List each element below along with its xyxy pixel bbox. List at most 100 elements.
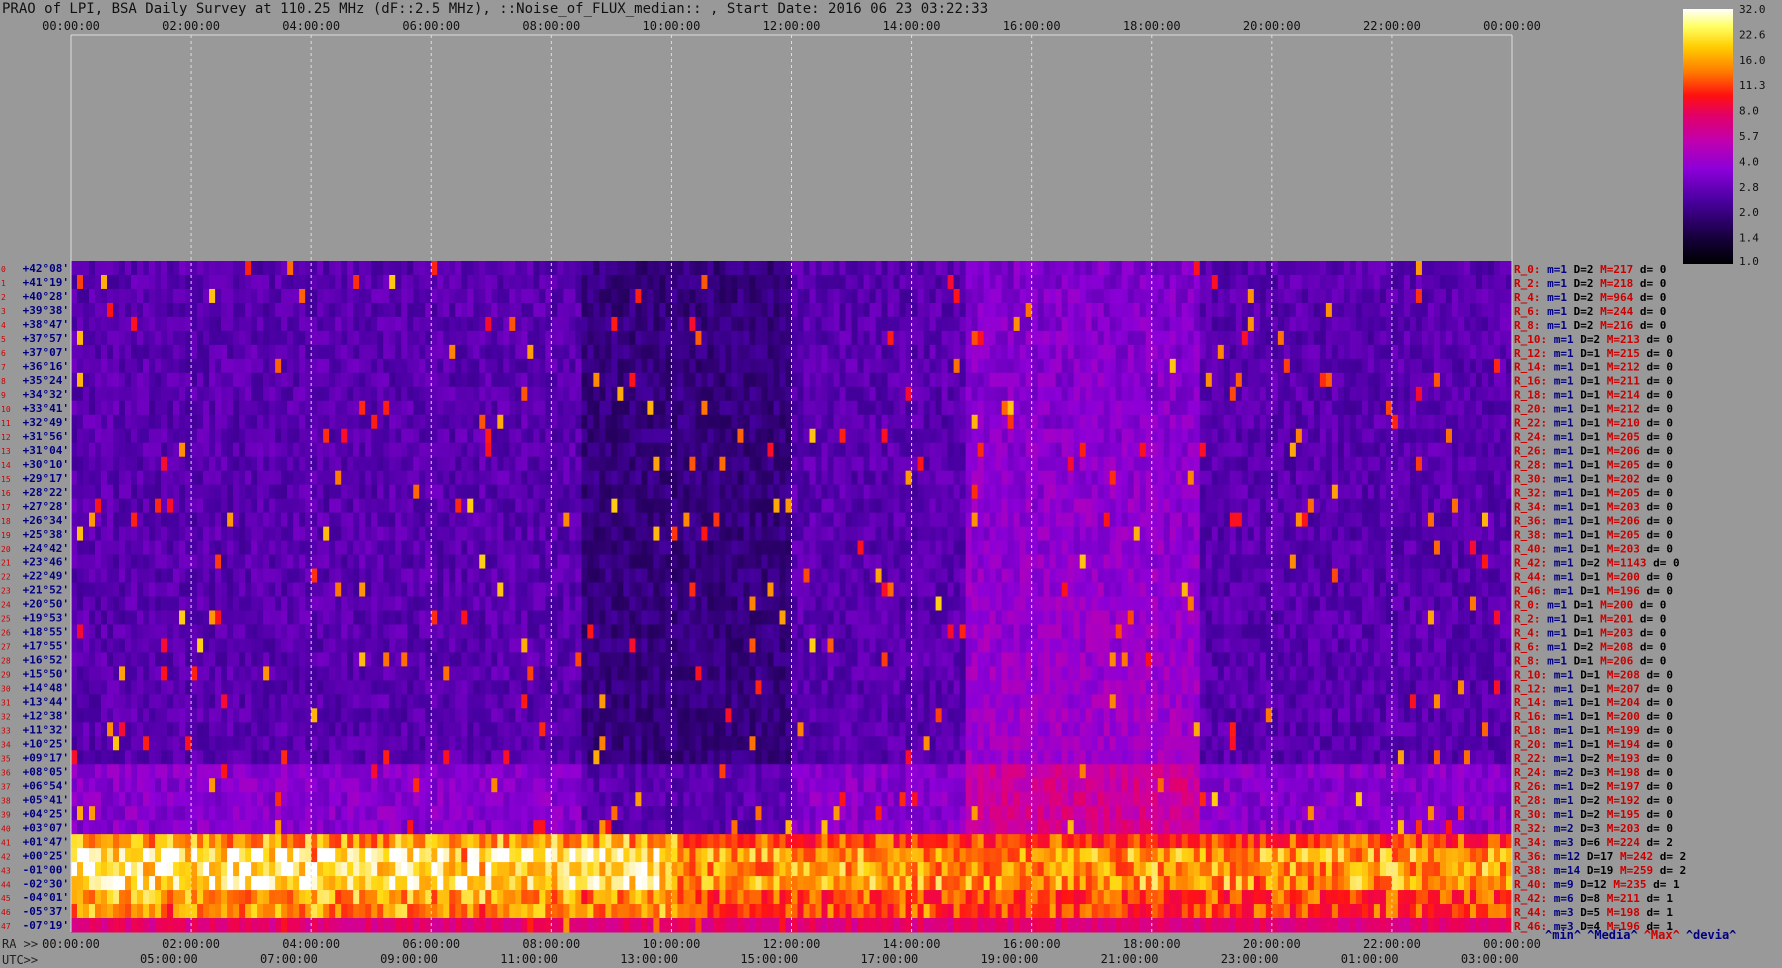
heatmap-cell [1319, 358, 1327, 374]
heatmap-cell [521, 400, 528, 416]
heatmap-cell [929, 400, 937, 416]
heatmap-cell [959, 288, 967, 304]
heatmap-cell [533, 498, 540, 514]
heatmap-cell [899, 274, 907, 290]
heatmap-cell [1001, 288, 1009, 304]
heatmap-cell [251, 512, 258, 528]
heatmap-cell [755, 274, 762, 290]
heatmap-cell [167, 456, 174, 472]
heatmap-cell [323, 428, 330, 444]
heatmap-cell [419, 316, 426, 332]
heatmap-cell [215, 414, 222, 430]
heatmap-cell [755, 372, 762, 388]
heatmap-cell [767, 540, 774, 556]
heatmap-cell [1313, 484, 1321, 500]
heatmap-cell [101, 344, 108, 360]
heatmap-cell [485, 484, 492, 500]
heatmap-cell [1397, 386, 1405, 402]
heatmap-cell [71, 274, 78, 290]
heatmap-cell [329, 540, 336, 556]
heatmap-cell [263, 512, 270, 528]
heatmap-cell [629, 414, 636, 430]
heatmap-cell [1247, 414, 1255, 430]
heatmap-cell [269, 456, 276, 472]
heatmap-cell [1247, 316, 1255, 332]
heatmap-cell [653, 526, 660, 542]
heatmap-cell [1289, 358, 1297, 374]
heatmap-cell [1415, 512, 1423, 528]
heatmap-cell [1121, 330, 1129, 346]
heatmap-cell [437, 428, 444, 444]
heatmap-cell [1337, 261, 1345, 276]
heatmap-cell [491, 316, 498, 332]
heatmap-cell [263, 400, 270, 416]
heatmap-cell [515, 358, 522, 374]
heatmap-cell [1013, 484, 1021, 500]
heatmap-cell [485, 540, 492, 556]
heatmap-cell [815, 442, 823, 458]
heatmap-cell [833, 330, 841, 346]
heatmap-cell [485, 400, 492, 416]
heatmap-cell [1337, 400, 1345, 416]
heatmap-cell [887, 498, 895, 514]
heatmap-cell [1235, 330, 1243, 346]
heatmap-cell [1151, 470, 1159, 486]
heatmap-cell [1445, 484, 1453, 500]
heatmap-cell [1235, 274, 1243, 290]
heatmap-cell [797, 316, 804, 332]
heatmap-cell [209, 526, 216, 542]
heatmap-cell [1319, 400, 1327, 416]
heatmap-cell [1043, 428, 1051, 444]
heatmap-cell [773, 428, 780, 444]
heatmap-cell [539, 288, 546, 304]
heatmap-cell [713, 428, 720, 444]
heatmap-cell [1463, 498, 1471, 514]
heatmap-cell [311, 358, 318, 374]
heatmap-cell [695, 274, 702, 290]
heatmap-cell [509, 344, 516, 360]
heatmap-cell [317, 414, 324, 430]
heatmap-cell [935, 316, 943, 332]
heatmap-cell [683, 330, 690, 346]
heatmap-cell [1223, 330, 1231, 346]
heatmap-cell [1343, 386, 1351, 402]
heatmap-cell [1361, 498, 1369, 514]
heatmap-cell [743, 261, 750, 276]
heatmap-cell [413, 512, 420, 528]
heatmap-cell [1127, 386, 1135, 402]
heatmap-cell [509, 358, 516, 374]
heatmap-cell [1367, 428, 1375, 444]
heatmap-cell [1085, 344, 1093, 360]
heatmap-cell [1481, 274, 1489, 290]
heatmap-cell [137, 540, 144, 556]
heatmap-cell [653, 498, 660, 514]
heatmap-cell [569, 344, 576, 360]
heatmap-cell [1097, 456, 1105, 472]
heatmap-cell [1181, 526, 1189, 542]
heatmap-cell [1499, 400, 1507, 416]
heatmap-cell [419, 428, 426, 444]
heatmap-cell [1247, 498, 1255, 514]
heatmap-cell [1409, 344, 1417, 360]
heatmap-cell [683, 456, 690, 472]
heatmap-cell [1115, 372, 1123, 388]
heatmap-cell [827, 344, 835, 360]
heatmap-cell [719, 442, 726, 458]
heatmap-cell [713, 470, 720, 486]
heatmap-cell [803, 344, 811, 360]
heatmap-cell [449, 442, 456, 458]
heatmap-cell [1319, 386, 1327, 402]
heatmap-cell [389, 442, 396, 458]
heatmap-cell [803, 400, 811, 416]
heatmap-cell [1241, 316, 1249, 332]
heatmap-cell [767, 386, 774, 402]
heatmap-cell [941, 400, 949, 416]
heatmap-cell [683, 526, 690, 542]
heatmap-cell [833, 498, 841, 514]
heatmap-cell [131, 372, 138, 388]
heatmap-cell [1457, 274, 1465, 290]
heatmap-cell [1019, 540, 1027, 556]
heatmap-cell [107, 540, 114, 556]
heatmap-cell [635, 261, 642, 276]
heatmap-cell [605, 274, 612, 290]
